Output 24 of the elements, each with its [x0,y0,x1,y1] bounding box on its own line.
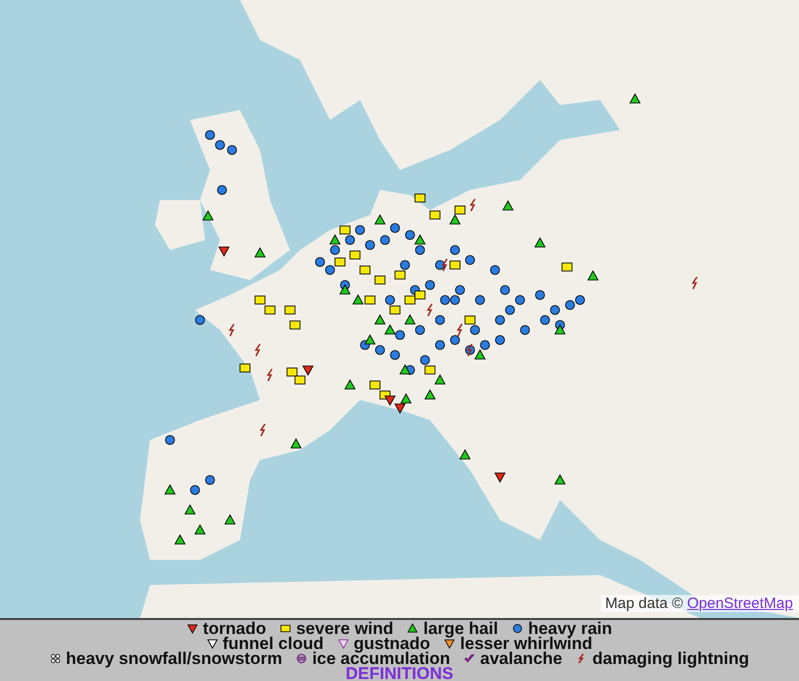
legend-label: lesser whirlwind [460,636,592,651]
legend-label: heavy snowfall/snowstorm [66,651,282,666]
legend-label: heavy rain [528,621,612,636]
legend-label: severe wind [296,621,394,636]
lesser-whirlwind-icon [444,638,456,649]
tornado-icon [186,623,198,634]
legend-label: avalanche [480,651,562,666]
heavy-rain-icon [512,623,524,634]
avalanche-icon [464,653,476,664]
legend-label: tornado [202,621,266,636]
legend-label: ice accumulation [312,651,450,666]
definitions-link[interactable]: DEFINITIONS [346,666,454,681]
severe-wind-icon [280,623,292,634]
legend-label: damaging lightning [592,651,750,666]
funnel-cloud-icon [206,638,218,649]
map-attribution: Map data © OpenStreetMap [601,595,799,612]
ice-icon [296,653,308,664]
legend-label: funnel cloud [222,636,324,651]
legend-label: gustnado [354,636,430,651]
large-hail-icon [407,623,418,634]
openstreetmap-link[interactable]: OpenStreetMap [687,595,793,612]
gustnado-icon [338,638,349,649]
legend-label: large hail [423,621,498,636]
snowfall-icon [50,653,61,664]
